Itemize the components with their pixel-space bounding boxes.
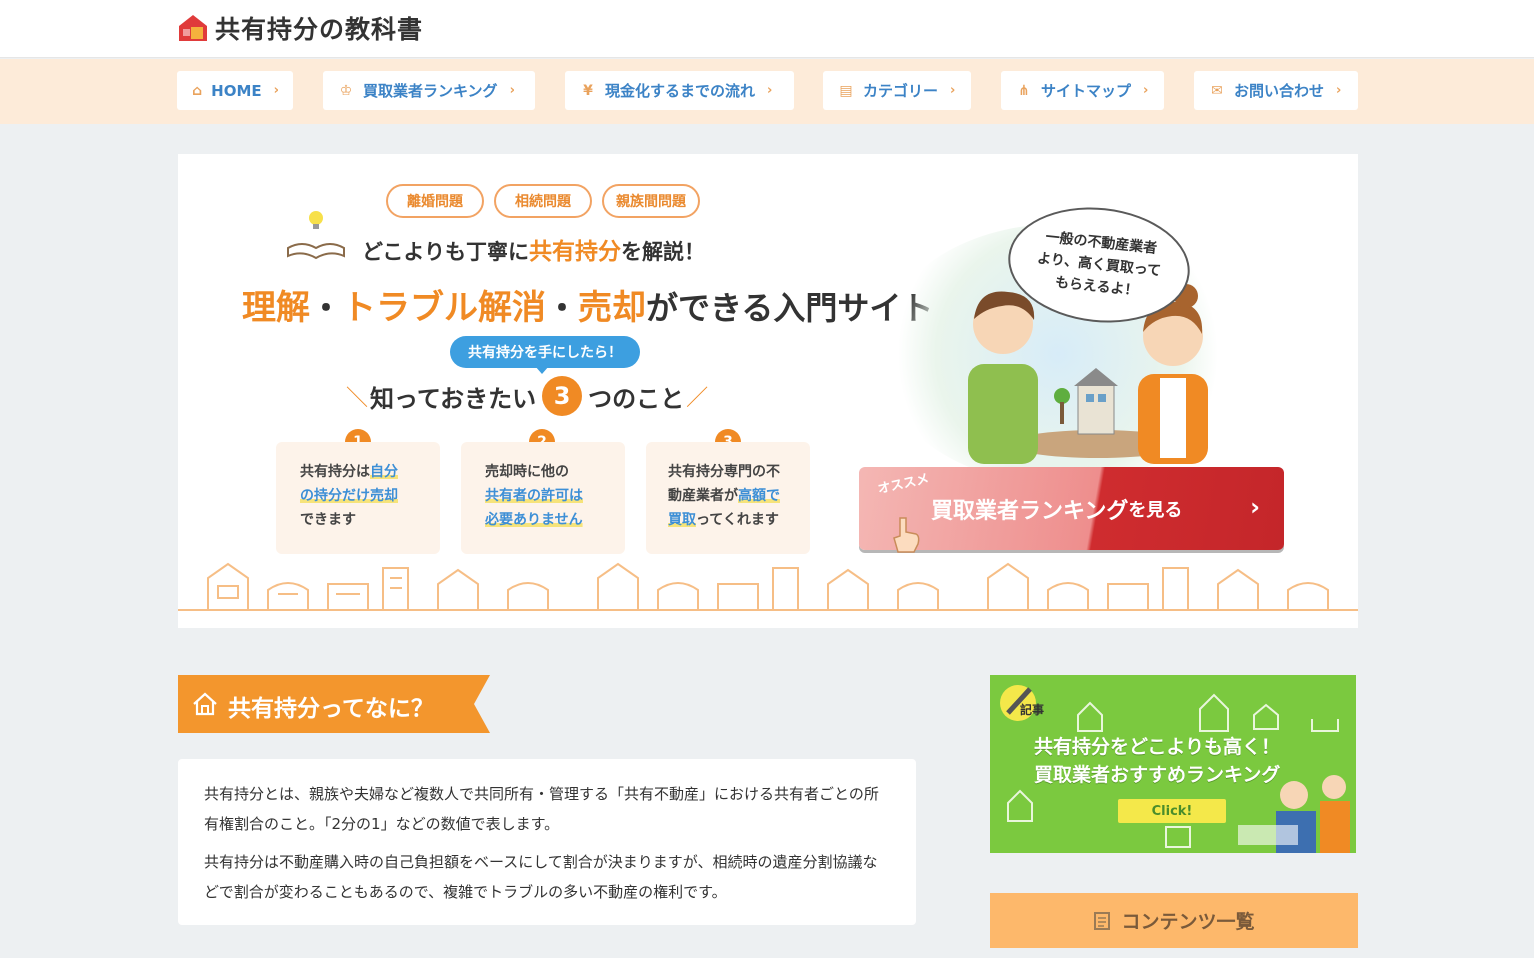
card-highlight: 共有者の許可は — [485, 488, 583, 504]
banner-line: 買取業者おすすめランキング — [1034, 764, 1281, 786]
nav-label: カテゴリー — [863, 82, 939, 100]
card-highlight: 自分 — [370, 464, 398, 480]
point-card-1: 共有持分は自分 の持分だけ売却 できます — [276, 442, 440, 554]
chevron-right-icon: › — [509, 83, 515, 98]
chevron-right-icon: › — [1143, 83, 1149, 98]
nav-flow[interactable]: ¥ 現金化するまでの流れ › — [565, 71, 794, 110]
card-line: 共有持分専門の不 — [668, 464, 780, 480]
banner-title: 共有持分をどこよりも高く！ 買取業者おすすめランキング — [1034, 733, 1280, 789]
article-label: 記事 — [1020, 703, 1045, 717]
recommend-badge: オススメ — [876, 471, 931, 498]
know-text: 知っておきたい — [370, 384, 537, 413]
open-book-icon — [287, 211, 345, 260]
chevron-right-icon: › — [950, 83, 956, 98]
decor-slash: ＼ — [346, 386, 369, 411]
card-line: 買取ってくれます — [668, 508, 800, 532]
card-highlight: の持分だけ売却 — [300, 488, 398, 504]
cta-label: 買取業者ランキング — [931, 498, 1129, 524]
decor-slash: ／ — [686, 386, 709, 411]
pointing-hand-icon — [893, 517, 920, 553]
hero-banner: 離婚問題 相続問題 親族間問題 どこよりも丁寧に共有持分を解説！ 理解・トラブル… — [178, 154, 1358, 628]
money-bag-icon: ¥ — [583, 82, 593, 99]
house-logo-icon — [179, 15, 207, 41]
hero-headline: 理解・トラブル解消・売却ができる入門サイト — [242, 280, 933, 329]
sitemap-icon: ⋔ — [1018, 82, 1030, 99]
nav-label: お問い合わせ — [1234, 82, 1325, 100]
card-highlight: 高額で — [738, 488, 780, 504]
tag-inheritance: 相続問題 — [494, 184, 592, 218]
banner-line: 共有持分をどこよりも高く！ — [1034, 736, 1281, 758]
intro-text-box: 共有持分とは、親族や夫婦など複数人で共同所有・管理する「共有不動産」における共有… — [178, 759, 916, 925]
nav-label: 買取業者ランキング — [363, 82, 498, 100]
hero-lead: どこよりも丁寧に共有持分を解説！ — [362, 232, 705, 266]
site-logo[interactable]: 共有持分の教科書 — [177, 10, 423, 46]
chevron-right-icon: › — [1336, 83, 1342, 98]
ranking-article-banner[interactable]: 記事 共有持分をどこよりも高く！ 買取業者おすすめランキング Click! — [990, 675, 1356, 853]
site-header: 共有持分の教科書 — [0, 0, 1534, 58]
card-line: 動産業者が高額で — [668, 484, 800, 508]
know-number: 3 — [542, 376, 583, 416]
card-line: 共有持分は自分 — [300, 460, 430, 484]
lead-text: どこよりも丁寧に — [362, 240, 529, 264]
nav-contact[interactable]: ✉ お問い合わせ › — [1194, 71, 1358, 110]
document-icon: ▤ — [839, 82, 853, 99]
tag-family: 親族間問題 — [602, 184, 700, 218]
headline-dot: ・ — [310, 289, 343, 327]
card-line: の持分だけ売却 — [300, 484, 430, 508]
card-highlight: 買取 — [668, 512, 696, 528]
cta-label-small: を見る — [1128, 499, 1183, 521]
nav-ranking[interactable]: ♔ 買取業者ランキング › — [323, 71, 535, 110]
global-nav: ⌂ HOME › ♔ 買取業者ランキング › ¥ 現金化するまでの流れ › ▤ … — [0, 59, 1534, 124]
nav-label: サイトマップ — [1041, 82, 1132, 100]
tag-divorce: 離婚問題 — [386, 184, 484, 218]
nav-label: 現金化するまでの流れ — [605, 82, 756, 100]
headline-highlight: トラブル解消 — [342, 288, 547, 328]
banner-click-button[interactable]: Click! — [1118, 799, 1226, 823]
card-line: できます — [300, 512, 356, 528]
intro-paragraph: 共有持分は不動産購入時の自己負担額をベースにして割合が決まりますが、相続時の遺産… — [204, 853, 878, 901]
headline-highlight: 理解 — [242, 288, 310, 328]
nav-home[interactable]: ⌂ HOME › — [177, 71, 293, 110]
chevron-right-icon: › — [273, 83, 279, 98]
headline-highlight: 売却 — [578, 288, 647, 328]
chevron-right-icon: › — [1250, 493, 1260, 521]
nav-sitemap[interactable]: ⋔ サイトマップ › — [1001, 71, 1164, 110]
townscape-decoration — [178, 562, 1358, 611]
chevron-right-icon: › — [767, 83, 773, 98]
mail-icon: ✉ — [1211, 82, 1223, 99]
three-things-heading: ＼ 知っておきたい 3 つのこと ／ — [346, 376, 708, 416]
scroll-icon — [1094, 911, 1111, 930]
site-title: 共有持分の教科書 — [215, 15, 424, 44]
card-line: 共有者の許可は — [485, 484, 615, 508]
card-highlight: 必要ありません — [485, 512, 583, 528]
nav-category[interactable]: ▤ カテゴリー › — [823, 71, 971, 110]
know-text: つのこと — [588, 384, 685, 413]
card-line: 売却時に他の — [485, 464, 569, 480]
pill-tail — [535, 366, 549, 374]
crown-icon: ♔ — [339, 82, 353, 99]
section-title: 共有持分ってなに？ — [228, 696, 434, 722]
nav-label: HOME — [211, 81, 262, 100]
card-line: 必要ありません — [485, 508, 615, 532]
card-text: 動産業者が — [668, 488, 738, 504]
headline-dot: ・ — [546, 289, 579, 327]
home-icon — [193, 692, 217, 716]
topic-tags: 離婚問題 相続問題 親族間問題 — [386, 184, 700, 218]
card-text: ってくれます — [696, 512, 779, 528]
lead-text: を解説！ — [620, 240, 705, 264]
home-icon: ⌂ — [192, 82, 203, 99]
hero-pill: 共有持分を手にしたら！ — [450, 336, 640, 368]
intro-paragraph: 共有持分とは、親族や夫婦など複数人で共同所有・管理する「共有不動産」における共有… — [204, 785, 879, 833]
contents-list-heading: コンテンツ一覧 — [990, 893, 1358, 948]
contents-heading-label: コンテンツ一覧 — [1121, 911, 1255, 933]
lead-highlight: 共有持分 — [528, 239, 621, 265]
card-text: 共有持分は — [300, 464, 370, 480]
point-card-3: 共有持分専門の不 動産業者が高額で 買取ってくれます — [646, 442, 810, 554]
point-card-2: 売却時に他の 共有者の許可は 必要ありません — [461, 442, 625, 554]
section-heading: 共有持分ってなに？ — [178, 675, 490, 733]
